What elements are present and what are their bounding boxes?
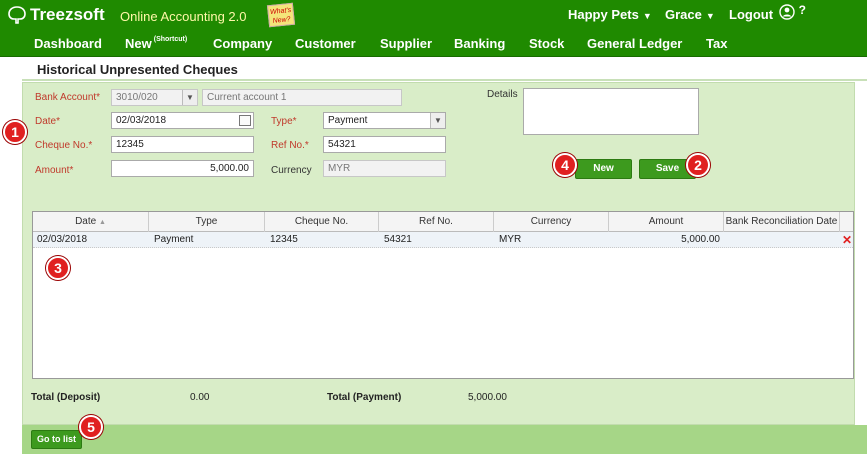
sort-asc-icon: ▲ xyxy=(98,219,106,226)
nav-label: Banking xyxy=(454,36,506,51)
total-payment-label: Total (Payment) xyxy=(327,392,401,403)
top-bar: Treezsoft Online Accounting 2.0 What's N… xyxy=(0,0,867,30)
company-switcher[interactable]: Happy Pets ▼ xyxy=(568,7,652,22)
user-menu[interactable]: Grace ▼ xyxy=(665,7,715,22)
details-textarea[interactable] xyxy=(523,88,699,135)
bank-account-select[interactable]: 3010/020 ▼ xyxy=(111,89,198,106)
date-label: Date* xyxy=(35,116,61,127)
callout-badge-3: 3 xyxy=(46,256,70,280)
type-select[interactable]: Payment ▼ xyxy=(323,112,446,129)
go-to-list-button[interactable]: Go to list xyxy=(31,430,82,449)
total-payment-label-text: Total (Payment) xyxy=(327,392,402,403)
delete-row-icon[interactable]: ✕ xyxy=(842,233,852,247)
total-deposit-label-text: Total (Deposit) xyxy=(31,392,101,403)
nav-banking[interactable]: Banking xyxy=(454,36,505,51)
nav-dashboard[interactable]: Dashboard xyxy=(34,36,102,51)
type-value: Payment xyxy=(328,115,368,126)
title-divider xyxy=(22,79,867,81)
table-header: Date ▲ Type Cheque No. Ref No. Currency … xyxy=(33,212,853,232)
cell-amount: 5,000.00 xyxy=(681,234,720,245)
nav-general-ledger[interactable]: General Ledger xyxy=(587,36,682,51)
main-nav: Dashboard New (Shortcut) Company Customer… xyxy=(0,30,867,57)
currency-label: Currency xyxy=(271,165,312,176)
total-deposit-value: 0.00 xyxy=(190,392,210,403)
bank-account-label: Bank Account* xyxy=(35,92,101,103)
logout-link[interactable]: Logout xyxy=(729,7,773,22)
ref-no-input[interactable]: 54321 xyxy=(323,136,446,153)
calendar-icon[interactable] xyxy=(239,115,251,126)
callout-badge-4: 4 xyxy=(553,153,577,177)
table-row[interactable]: 02/03/2018 Payment 12345 54321 MYR 5,000… xyxy=(33,232,853,248)
bank-account-code: 3010/020 xyxy=(116,92,158,103)
cheque-no-label: Cheque No.* xyxy=(35,140,93,151)
column-header-amount[interactable]: Amount xyxy=(609,212,724,232)
column-header-type[interactable]: Type xyxy=(149,212,265,232)
brand-name: Treezsoft xyxy=(30,5,105,24)
date-value: 02/03/2018 xyxy=(116,115,167,126)
nav-label: General Ledger xyxy=(587,36,683,51)
callout-badge-1: 1 xyxy=(3,120,27,144)
cell-date: 02/03/2018 xyxy=(37,234,88,245)
nav-label: Supplier xyxy=(380,36,433,51)
nav-label: Stock xyxy=(529,36,565,51)
user-name: Grace xyxy=(665,7,702,22)
chevron-down-icon: ▼ xyxy=(642,11,652,21)
column-label: Date xyxy=(75,216,97,227)
nav-company[interactable]: Company xyxy=(213,36,272,51)
cell-type: Payment xyxy=(154,234,194,245)
new-button[interactable]: New xyxy=(575,159,632,179)
callout-badge-2: 2 xyxy=(686,153,710,177)
nav-tax[interactable]: Tax xyxy=(706,36,727,51)
help-icon: ? xyxy=(798,3,806,17)
cell-ref-no: 54321 xyxy=(384,234,412,245)
column-header-ref-no[interactable]: Ref No. xyxy=(379,212,494,232)
chevron-down-icon: ▼ xyxy=(705,11,715,21)
details-label: Details xyxy=(487,89,518,100)
nav-shortcut-hint: (Shortcut) xyxy=(153,36,188,43)
column-header-recon-date[interactable]: Bank Reconciliation Date xyxy=(724,212,840,232)
date-input[interactable]: 02/03/2018 xyxy=(111,112,254,129)
cheque-no-input[interactable]: 12345 xyxy=(111,136,254,153)
company-name: Happy Pets xyxy=(568,7,639,22)
column-header-date[interactable]: Date ▲ xyxy=(33,212,149,232)
nav-label: Tax xyxy=(706,36,728,51)
callout-badge-5: 5 xyxy=(79,415,103,439)
total-deposit-label: Total (Deposit) xyxy=(31,392,100,403)
total-payment-value: 5,000.00 xyxy=(468,392,507,403)
logo[interactable]: Treezsoft xyxy=(6,5,105,25)
tree-logo-icon xyxy=(8,6,26,24)
settings-help[interactable]: ? xyxy=(779,3,806,20)
user-gear-icon xyxy=(779,3,795,20)
footer-bar xyxy=(22,425,867,454)
whats-new-badge[interactable]: What's New? xyxy=(266,2,296,28)
chevron-down-icon: ▼ xyxy=(430,113,445,128)
cheques-table: Date ▲ Type Cheque No. Ref No. Currency … xyxy=(32,211,854,379)
nav-stock[interactable]: Stock xyxy=(529,36,564,51)
nav-label: Dashboard xyxy=(34,36,102,51)
currency-field: MYR xyxy=(323,160,446,177)
amount-input[interactable]: 5,000.00 xyxy=(111,160,254,177)
bank-account-name-field: Current account 1 xyxy=(202,89,402,106)
cell-cheque-no: 12345 xyxy=(270,234,298,245)
ref-no-label: Ref No.* xyxy=(271,140,309,151)
column-header-cheque-no[interactable]: Cheque No. xyxy=(265,212,379,232)
nav-label: Company xyxy=(213,36,273,51)
page-title: Historical Unpresented Cheques xyxy=(37,62,238,77)
column-header-currency[interactable]: Currency xyxy=(494,212,609,232)
cell-currency: MYR xyxy=(499,234,522,245)
amount-label: Amount* xyxy=(35,165,74,176)
nav-customer[interactable]: Customer xyxy=(295,36,356,51)
product-name: Online Accounting 2.0 xyxy=(120,9,247,24)
nav-label: New xyxy=(125,36,152,51)
nav-label: Customer xyxy=(295,36,356,51)
chevron-down-icon: ▼ xyxy=(182,90,197,105)
nav-new[interactable]: New (Shortcut) xyxy=(125,36,187,51)
nav-supplier[interactable]: Supplier xyxy=(380,36,432,51)
type-label: Type* xyxy=(271,116,297,127)
